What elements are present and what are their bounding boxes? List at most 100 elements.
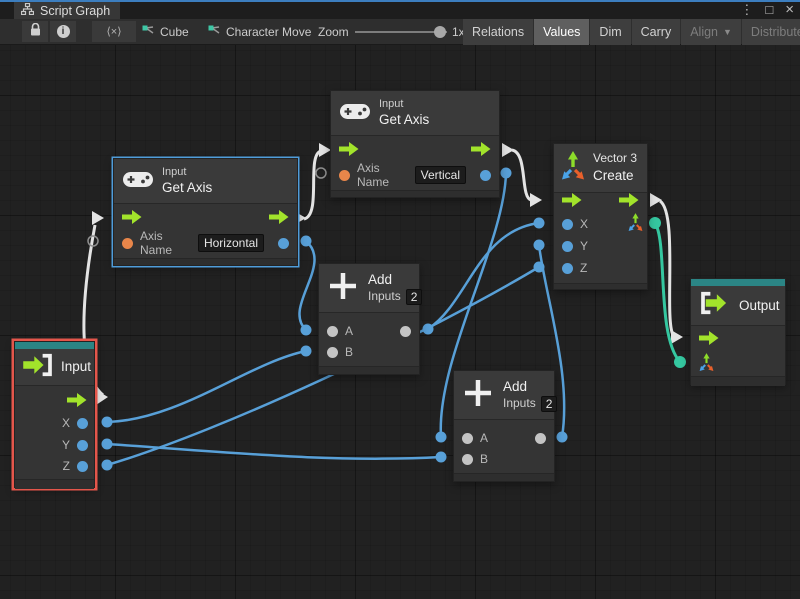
graph-toolbar: i ⟨×⟩ Cube Character Move Zoom 1x Relati… xyxy=(0,19,800,45)
vector3-icon xyxy=(561,151,585,186)
wire-input-y-to-add2-b xyxy=(107,444,441,459)
input-port-a[interactable] xyxy=(462,433,473,444)
close-icon[interactable]: × xyxy=(785,1,794,18)
maximize-icon[interactable]: □ xyxy=(765,1,773,18)
zoom-slider-handle[interactable] xyxy=(434,26,446,38)
node-add-2[interactable]: Add Inputs 2 A B xyxy=(453,370,555,482)
input-port-z[interactable] xyxy=(562,263,573,274)
info-icon: i xyxy=(57,25,70,38)
port-label: Y xyxy=(580,239,588,253)
dim-button[interactable]: Dim xyxy=(590,19,630,45)
view-options-group: Relations Values Dim Carry Align▼ Distri… xyxy=(463,19,800,45)
flow-arrowhead xyxy=(502,143,514,157)
node-category: Vector 3 xyxy=(593,151,637,167)
port-label: Z xyxy=(580,261,587,275)
port-label: X xyxy=(62,416,70,430)
output-port-z[interactable] xyxy=(77,461,88,472)
window-menu-icon[interactable]: ⋮ xyxy=(740,1,753,18)
code-view-button[interactable]: ⟨×⟩ xyxy=(92,21,136,42)
input-port-b[interactable] xyxy=(327,347,338,358)
plus-icon xyxy=(328,271,358,306)
port-label: B xyxy=(480,452,488,466)
input-port-b[interactable] xyxy=(462,454,473,465)
flow-out-port[interactable] xyxy=(471,142,491,161)
graph-icon xyxy=(208,25,221,39)
flow-out-port[interactable] xyxy=(619,193,639,212)
node-title: Output xyxy=(739,297,780,315)
node-graph-input[interactable]: Input X Y Z xyxy=(14,341,95,488)
node-title: Add xyxy=(503,378,557,396)
node-title: Get Axis xyxy=(379,111,429,129)
param-label: Axis Name xyxy=(140,229,191,257)
carry-button[interactable]: Carry xyxy=(632,19,681,45)
axis-name-field[interactable]: Horizontal xyxy=(198,234,264,252)
breadcrumb-graph-cube[interactable]: Cube xyxy=(142,19,189,44)
flow-arrowhead xyxy=(650,193,662,207)
port-label: X xyxy=(580,217,588,231)
axis-name-field[interactable]: Vertical xyxy=(415,166,466,184)
inputs-label: Inputs xyxy=(503,396,536,412)
hierarchy-icon xyxy=(21,2,34,20)
sum-output-port[interactable] xyxy=(400,326,411,337)
string-input-port[interactable] xyxy=(122,238,133,249)
result-output-port[interactable] xyxy=(480,170,491,181)
graph-tab-label: Cube xyxy=(160,25,189,39)
node-get-axis-vertical[interactable]: Input Get Axis Axis Name Vertical xyxy=(330,90,500,198)
input-port-a[interactable] xyxy=(327,326,338,337)
unit-color-strip xyxy=(691,279,785,286)
node-vector3-create[interactable]: Vector 3 Create X xyxy=(553,143,648,290)
graph-icon xyxy=(142,25,155,39)
flow-in-port[interactable] xyxy=(562,193,582,212)
string-input-port[interactable] xyxy=(339,170,350,181)
node-add-1[interactable]: Add Inputs 2 A B xyxy=(318,263,420,375)
unit-color-strip xyxy=(15,342,94,349)
lock-icon xyxy=(30,23,41,41)
gamepad-icon xyxy=(123,170,153,193)
output-port-y[interactable] xyxy=(77,440,88,451)
node-category: Input xyxy=(162,165,212,179)
empty-port-ring[interactable] xyxy=(316,168,326,178)
values-button[interactable]: Values xyxy=(534,19,589,45)
tab-script-graph[interactable]: Script Graph xyxy=(14,2,120,19)
wire-flow-getaxis-v-to-vector3 xyxy=(512,150,531,200)
flow-arrowhead xyxy=(671,330,683,344)
gamepad-icon xyxy=(340,102,370,125)
info-button[interactable]: i xyxy=(50,21,76,42)
flow-arrowhead xyxy=(92,211,104,225)
wire-getaxis-h-to-add1-a xyxy=(299,241,314,330)
relations-button[interactable]: Relations xyxy=(463,19,533,45)
param-label: Axis Name xyxy=(357,161,408,189)
distribute-dropdown[interactable]: Distribute▼ xyxy=(742,19,800,45)
result-output-port[interactable] xyxy=(278,238,289,249)
output-port-x[interactable] xyxy=(77,418,88,429)
graph-canvas[interactable]: Input Get Axis Axis Name Vertical xyxy=(0,45,800,599)
flow-out-port[interactable] xyxy=(67,393,87,412)
sum-output-port[interactable] xyxy=(535,433,546,444)
inputs-count-field[interactable]: 2 xyxy=(541,396,558,412)
align-dropdown[interactable]: Align▼ xyxy=(681,19,741,45)
flow-arrowhead xyxy=(530,193,542,207)
chevron-down-icon: ▼ xyxy=(723,27,732,37)
node-title: Get Axis xyxy=(162,179,212,197)
flow-out-port[interactable] xyxy=(269,210,289,229)
inputs-count-field[interactable]: 2 xyxy=(406,289,423,305)
vector3-input-port[interactable] xyxy=(699,353,714,377)
inputs-label: Inputs xyxy=(368,289,401,305)
node-title: Create xyxy=(593,167,637,185)
breadcrumb-graph-character-move[interactable]: Character Move xyxy=(208,19,311,44)
output-unit-icon xyxy=(699,291,731,320)
flow-in-port[interactable] xyxy=(339,142,359,161)
input-port-x[interactable] xyxy=(562,219,573,230)
lock-button[interactable] xyxy=(22,21,48,42)
flow-in-port[interactable] xyxy=(122,210,142,229)
port-label: A xyxy=(480,431,488,445)
port-label: B xyxy=(345,345,353,359)
port-label: Z xyxy=(63,459,70,473)
code-icon: ⟨×⟩ xyxy=(106,25,121,38)
input-port-y[interactable] xyxy=(562,241,573,252)
node-graph-output[interactable]: Output xyxy=(690,278,786,385)
zoom-label: Zoom xyxy=(318,19,349,44)
node-get-axis-horizontal[interactable]: Input Get Axis Axis Name Horizontal xyxy=(113,158,298,266)
flow-in-port[interactable] xyxy=(699,331,719,350)
window-tab-strip: Script Graph ⋮ □ × xyxy=(0,0,800,19)
